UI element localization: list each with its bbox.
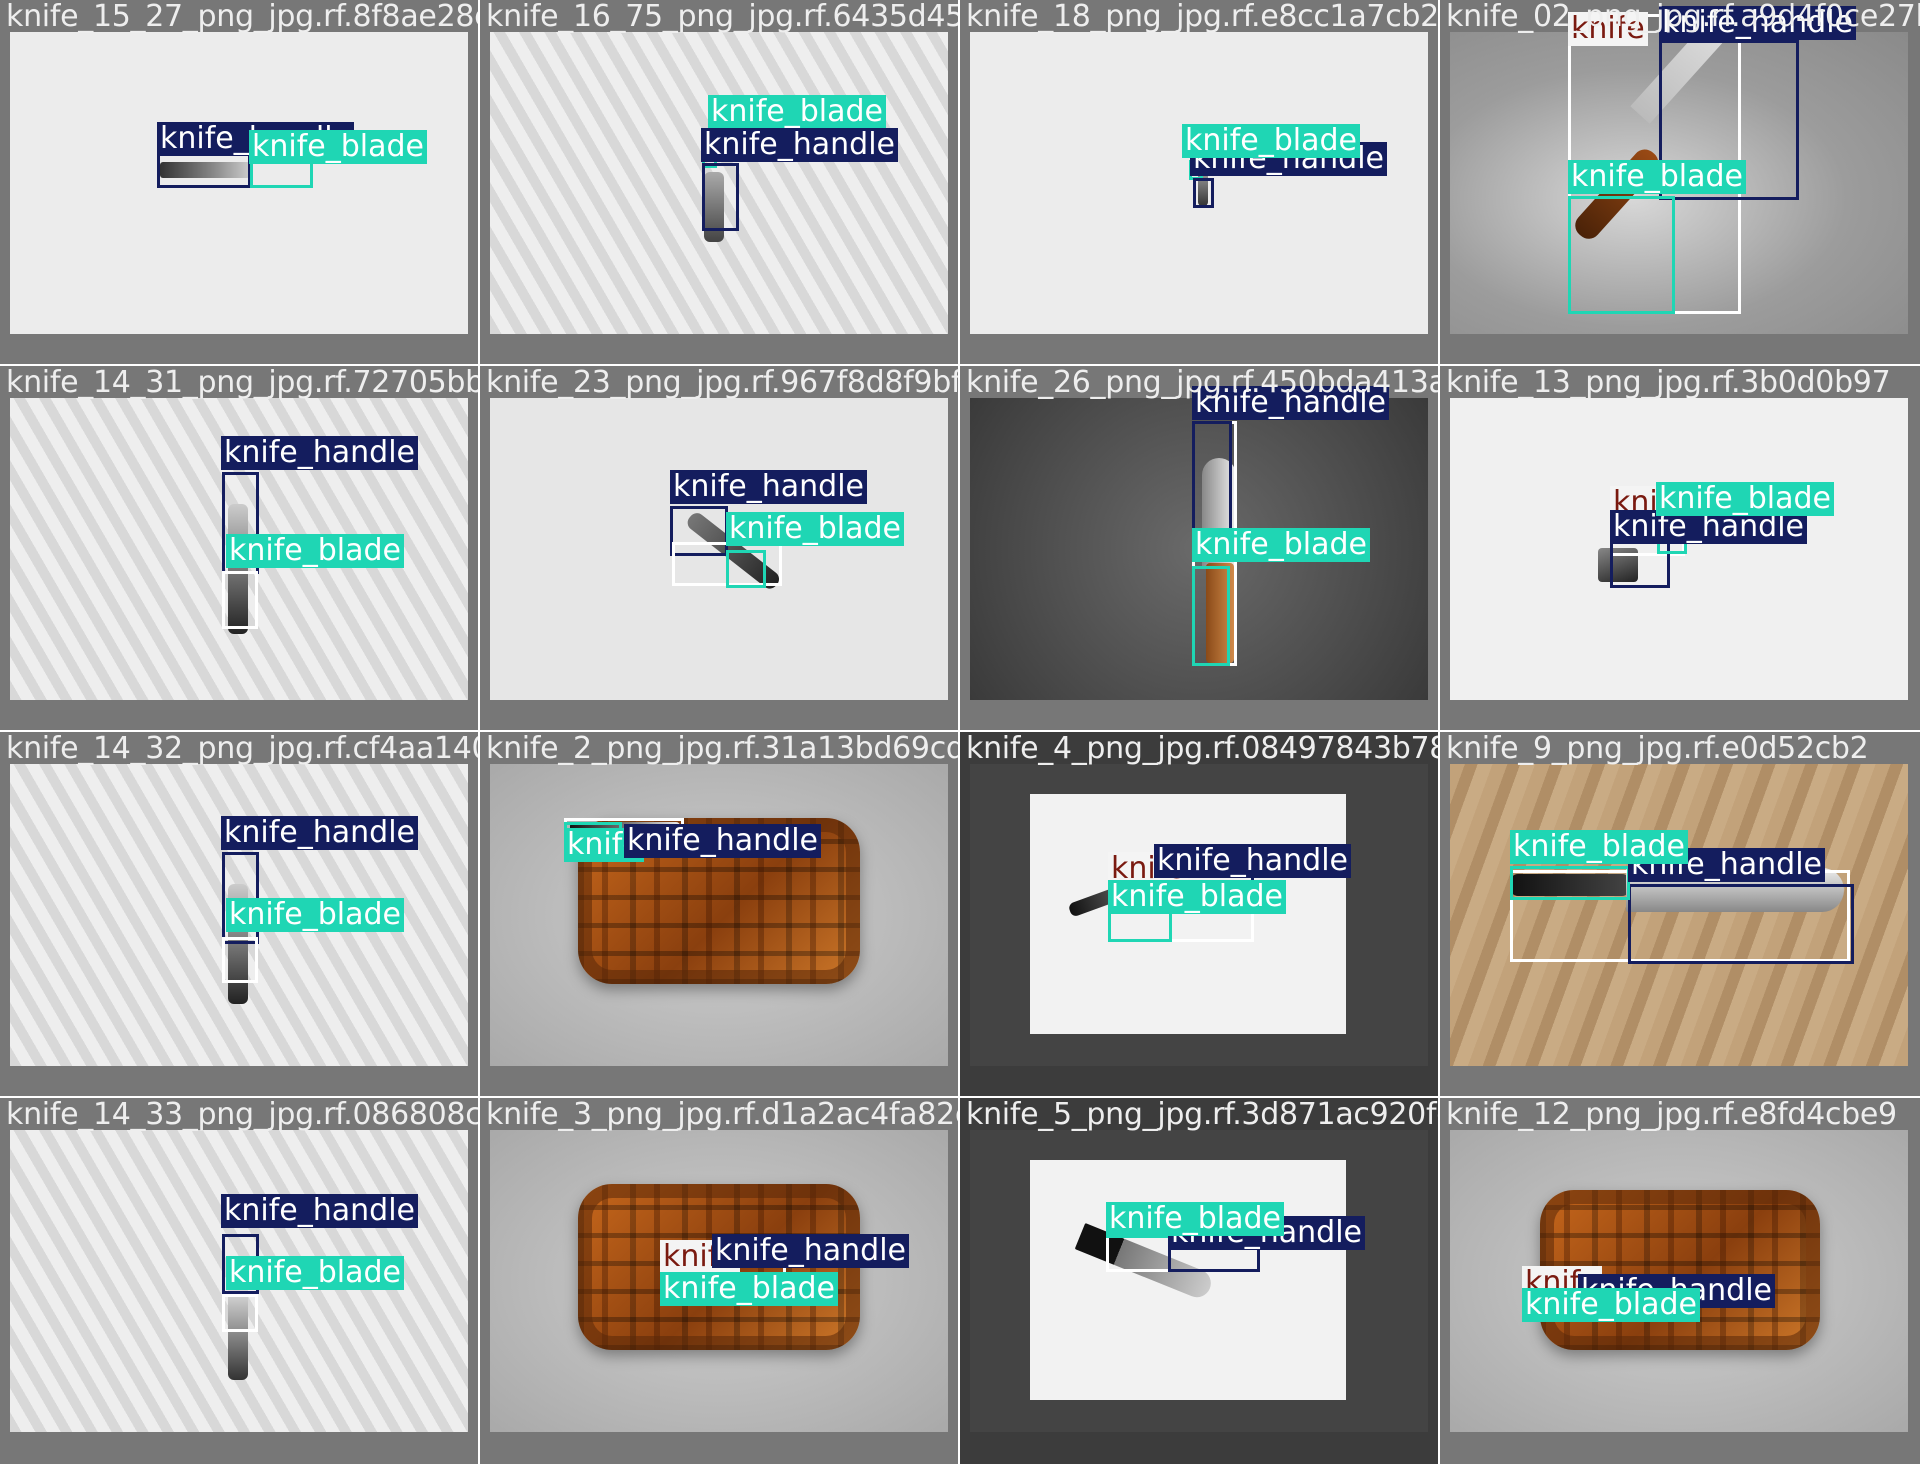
label-blade: knife_blade — [249, 130, 428, 164]
label-blade: knife_blade — [226, 534, 405, 568]
label-blade: knife_blade — [1182, 124, 1361, 158]
tile[interactable]: knife_2_png_jpg.rf.31a13bd69cde2d205 kni… — [480, 732, 958, 1096]
tile[interactable]: knife_3_png_jpg.rf.d1a2ac4fa82c43065 kni… — [480, 1098, 958, 1464]
label-handle: knife_handle — [1154, 844, 1351, 878]
label-blade: knife_blade — [1192, 528, 1371, 562]
bbox-blade — [222, 937, 258, 983]
tile[interactable]: knife_15_27_png_jpg.rf.8f8ae28eb6c07a3 k… — [0, 0, 478, 364]
label-blade: knife_blade — [1106, 1202, 1285, 1236]
tile[interactable]: knife_13_png_jpg.rf.3b0d0b97 knife knife… — [1440, 366, 1920, 730]
tile-filename: knife_02_png_jpg.rf.a9d4f0ce27b5 — [1446, 0, 1920, 34]
tile[interactable]: knife_18_png_jpg.rf.e8cc1a7cb24f40202 kn… — [960, 0, 1438, 364]
tile[interactable]: knife_26_png_jpg.rf.450bda413ad9e3d49 kn… — [960, 366, 1438, 730]
tile-filename: knife_4_png_jpg.rf.08497843b787e9de50 — [966, 732, 1438, 766]
tile-filename: knife_26_png_jpg.rf.450bda413ad9e3d49 — [966, 366, 1438, 400]
label-blade: knife_blade — [1510, 830, 1689, 864]
bbox-blade — [222, 571, 258, 629]
bbox-handle — [1628, 884, 1854, 964]
label-blade: knife_blade — [226, 1256, 405, 1290]
tile-filename: knife_14_33_png_jpg.rf.086808ca4f907a653 — [6, 1098, 478, 1132]
label-blade: knife_blade — [1522, 1288, 1701, 1322]
bbox-blade — [1568, 196, 1675, 314]
tile[interactable]: knife_4_png_jpg.rf.08497843b787e9de50 kn… — [960, 732, 1438, 1096]
tile-image — [490, 764, 948, 1066]
tile[interactable]: knife_9_png_jpg.rf.e0d52cb2 knife_handle… — [1440, 732, 1920, 1096]
tile-filename: knife_15_27_png_jpg.rf.8f8ae28eb6c07a3 — [6, 0, 478, 34]
label-handle: knife_handle — [670, 470, 867, 504]
label-blade: knife_blade — [226, 898, 405, 932]
tile-image — [970, 1130, 1428, 1432]
label-handle: knife_handle — [712, 1234, 909, 1268]
tile-filename: knife_5_png_jpg.rf.3d871ac920fd33b04 — [966, 1098, 1438, 1132]
label-blade: knife_blade — [708, 95, 887, 129]
bbox-handle — [157, 153, 251, 188]
label-blade: knife_blade — [1656, 482, 1835, 516]
tile-filename: knife_12_png_jpg.rf.e8fd4cbe9 — [1446, 1098, 1897, 1132]
label-handle: knife_handle — [624, 824, 821, 858]
tile-filename: knife_2_png_jpg.rf.31a13bd69cde2d205 — [486, 732, 958, 766]
bbox-blade — [1192, 566, 1230, 666]
tile[interactable]: knife_14_32_png_jpg.rf.cf4aa140ba73242d6… — [0, 732, 478, 1096]
bbox-handle — [1192, 421, 1232, 541]
tile-filename: knife_14_32_png_jpg.rf.cf4aa140ba73242d6… — [6, 732, 478, 766]
tile-filename: knife_18_png_jpg.rf.e8cc1a7cb24f40202 — [966, 0, 1438, 34]
tile-filename: knife_16_75_png_jpg.rf.6435d45540af0285d… — [486, 0, 958, 34]
tile-filename: knife_9_png_jpg.rf.e0d52cb2 — [1446, 732, 1869, 766]
tile-filename: knife_3_png_jpg.rf.d1a2ac4fa82c43065 — [486, 1098, 958, 1132]
label-handle: knife_handle — [221, 1194, 418, 1228]
label-blade: knife_blade — [1568, 160, 1747, 194]
bbox-blade — [1510, 866, 1630, 900]
label-handle: knife_handle — [701, 128, 898, 162]
label-blade: knife_blade — [660, 1272, 839, 1306]
tile-filename: knife_14_31_png_jpg.rf.72705bb70ff8e4f59… — [6, 366, 478, 400]
label-handle: knife_handle — [221, 816, 418, 850]
bbox-blade — [726, 550, 766, 588]
bbox-blade — [222, 1294, 258, 1332]
mosaic-grid: knife_15_27_png_jpg.rf.8f8ae28eb6c07a3 k… — [0, 0, 1920, 1464]
tile[interactable]: knife_12_png_jpg.rf.e8fd4cbe9 knife knif… — [1440, 1098, 1920, 1464]
tile[interactable]: knife_02_png_jpg.rf.a9d4f0ce27b5 knife k… — [1440, 0, 1920, 364]
bbox-handle — [1193, 178, 1214, 208]
tile[interactable]: knife_5_png_jpg.rf.3d871ac920fd33b04 kni… — [960, 1098, 1438, 1464]
tile[interactable]: knife_14_31_png_jpg.rf.72705bb70ff8e4f59… — [0, 366, 478, 730]
bbox-blade — [702, 163, 739, 231]
label-blade: knife_blade — [726, 512, 905, 546]
label-blade: knife_blade — [1108, 880, 1287, 914]
tile[interactable]: knife_16_75_png_jpg.rf.6435d45540af0285d… — [480, 0, 958, 364]
tile-filename: knife_13_png_jpg.rf.3b0d0b97 — [1446, 366, 1891, 400]
tile-filename: knife_23_png_jpg.rf.967f8d8f9bff0c5126 — [486, 366, 958, 400]
tile[interactable]: knife_23_png_jpg.rf.967f8d8f9bff0c5126 k… — [480, 366, 958, 730]
label-handle: knife_handle — [221, 436, 418, 470]
tile[interactable]: knife_14_33_png_jpg.rf.086808ca4f907a653… — [0, 1098, 478, 1464]
